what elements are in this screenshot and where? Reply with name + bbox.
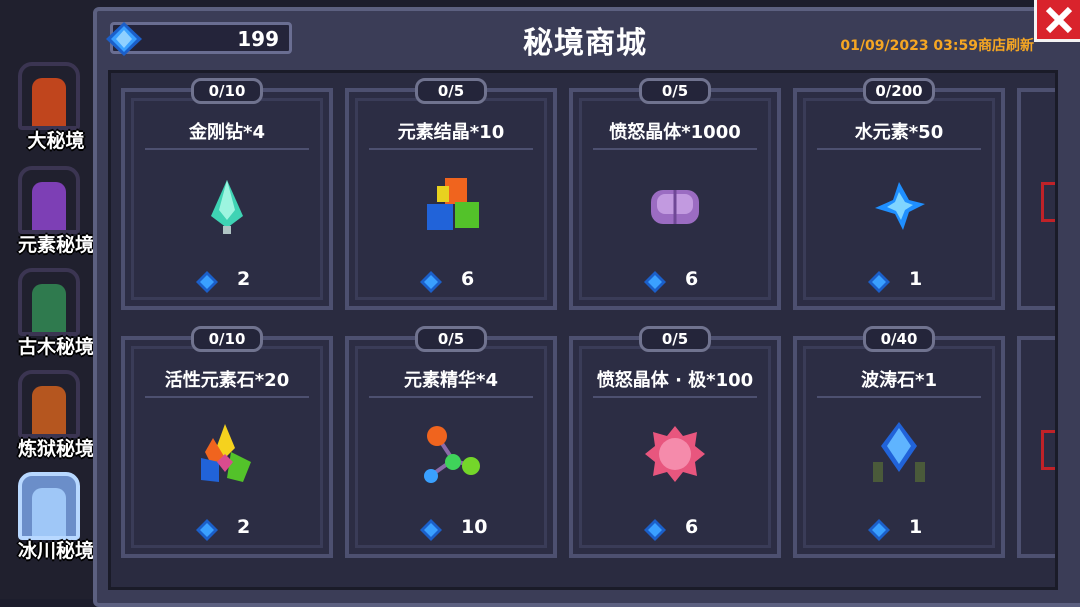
gem-balance: 199 [237,27,279,51]
sidebar-item-bingchuan-mijing[interactable]: 冰川秘境 [6,470,96,570]
divider [593,148,757,150]
stock-counter: 0/5 [639,78,711,104]
sidebar-item-label: 炼狱秘境 [17,438,94,460]
refresh-timer: 01/09/2023 03:59商店刷新 [840,38,1034,54]
sidebar-item-lianyu-mijing[interactable]: 炼狱秘境 [6,368,96,468]
anger-crystal-extreme-icon [645,426,705,482]
sidebar-item-gumu-mijing[interactable]: 古木秘境 [6,266,96,366]
stock-counter: 0/40 [863,326,935,352]
price: 1 [909,268,923,290]
price: 6 [685,516,699,538]
portal-icon [18,62,80,130]
element-essence-icon [424,426,480,483]
item-name: 元素精华*4 [404,370,498,391]
gem-icon [868,519,890,541]
stock-counter: 0/5 [415,326,487,352]
price: 2 [237,516,251,538]
partial-item-marker [1041,182,1055,222]
portal-icon [18,472,80,540]
stock-counter: 0/5 [415,78,487,104]
gem-icon [420,519,442,541]
element-crystal-icon [427,178,479,230]
close-button[interactable] [1034,0,1080,42]
divider [145,396,309,398]
shop-item-card[interactable]: 0/5 愤怒晶体*1000 6 [569,78,781,310]
price: 10 [461,516,488,538]
stock-counter: 0/5 [639,326,711,352]
close-icon [1045,6,1073,34]
shop-item-card[interactable]: 0/5 元素结晶*10 6 [345,78,557,310]
stock-counter: 0/200 [863,78,935,104]
portal-icon [18,370,80,438]
divider [145,148,309,150]
portal-icon [18,166,80,234]
sidebar-item-da-mijing[interactable]: 大秘境 [6,60,96,160]
shop-item-card-partial[interactable] [1017,88,1055,310]
stock-counter: 0/10 [191,78,263,104]
wave-stone-icon [873,422,925,482]
shop-item-card-partial[interactable] [1017,336,1055,558]
item-name: 活性元素石*20 [164,370,290,391]
divider [817,396,981,398]
item-name: 愤怒晶体 · 极*100 [596,370,754,391]
price: 2 [237,268,251,290]
divider [593,396,757,398]
price: 6 [685,268,699,290]
price: 6 [461,268,475,290]
water-element-icon [875,182,925,230]
shop-item-card[interactable]: 0/5 元素精华*4 10 [345,326,557,558]
gem-icon [868,271,890,293]
item-grid: 0/10 金刚钻*4 2 0/5 元素结晶*10 6 0/5 愤怒晶体*1000 [108,70,1058,590]
shop-item-card[interactable]: 0/10 金刚钻*4 2 [121,78,333,310]
anger-crystal-icon [651,190,699,224]
stock-counter: 0/10 [191,326,263,352]
gem-icon [644,519,666,541]
gem-icon [106,22,142,56]
price: 1 [909,516,923,538]
gem-icon [196,271,218,293]
gem-icon [644,271,666,293]
partial-item-marker [1041,430,1055,470]
active-element-stone-icon [201,424,251,482]
diamond-drill-icon [211,180,243,234]
shop-item-card[interactable]: 0/5 愤怒晶体 · 极*100 6 [569,326,781,558]
sidebar-item-label: 冰川秘境 [17,540,94,562]
sidebar-item-label: 元素秘境 [17,234,94,256]
sidebar: 大秘境 元素秘境 古木秘境 炼狱秘境 冰川秘境 [0,0,100,599]
portal-icon [18,268,80,336]
divider [369,396,533,398]
sidebar-item-yuansu-mijing[interactable]: 元素秘境 [6,164,96,264]
page-title: 秘境商城 [523,26,647,61]
divider [817,148,981,150]
gem-icon [420,271,442,293]
divider [369,148,533,150]
item-name: 波涛石*1 [861,370,937,391]
gem-icon [196,519,218,541]
item-name: 水元素*50 [854,122,944,143]
item-name: 愤怒晶体*1000 [609,122,741,143]
shop-item-card[interactable]: 0/40 波涛石*1 1 [793,326,1005,558]
sidebar-item-label: 古木秘境 [17,336,94,358]
shop-item-card[interactable]: 0/10 活性元素石*20 2 [121,326,333,558]
sidebar-item-label: 大秘境 [27,130,85,152]
item-name: 金刚钻*4 [189,122,265,143]
shop-item-card[interactable]: 0/200 水元素*50 1 [793,78,1005,310]
item-name: 元素结晶*10 [397,122,505,143]
